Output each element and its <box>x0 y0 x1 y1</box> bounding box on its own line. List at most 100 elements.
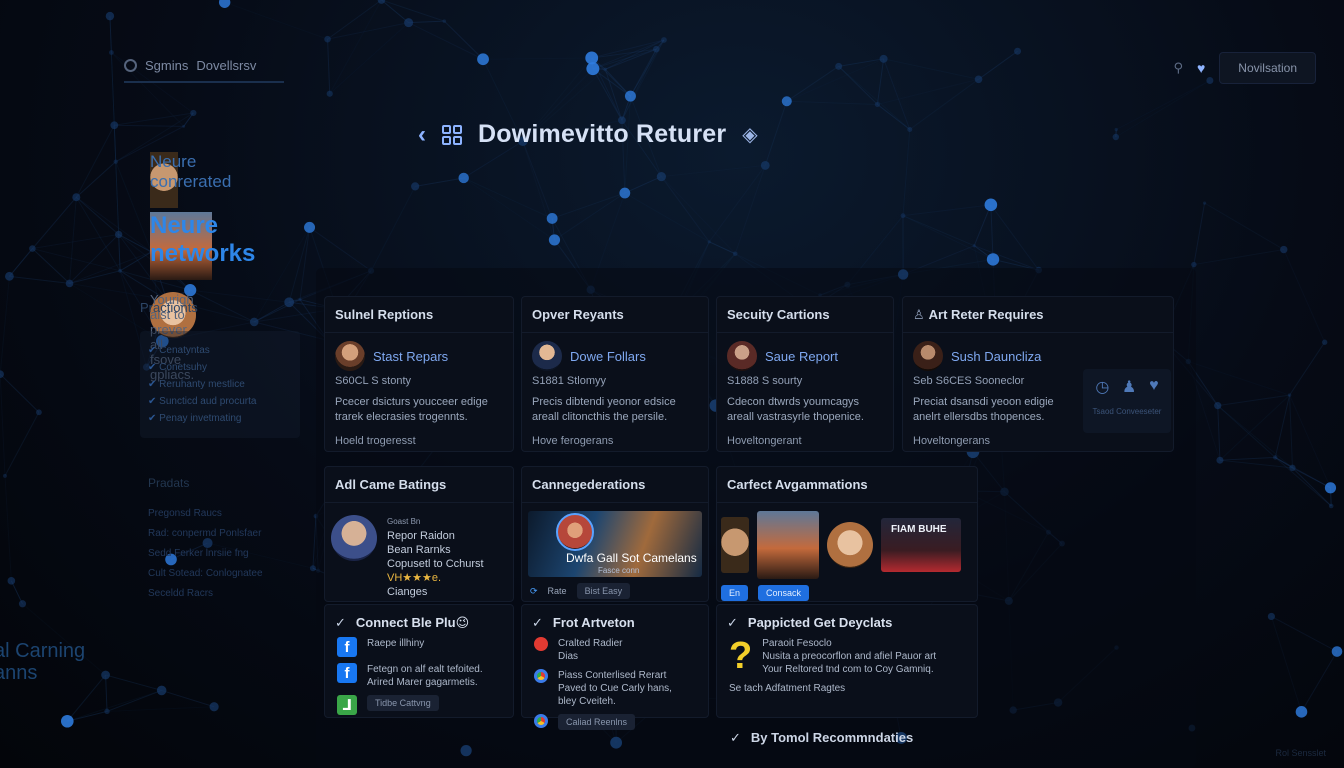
report-name[interactable]: Saue Report <box>765 349 838 364</box>
network-node <box>1321 339 1328 345</box>
network-node <box>1273 455 1278 460</box>
report-card[interactable]: Sulnel Reptions Stast Repars S60CL S sto… <box>324 296 514 452</box>
thumbnail[interactable] <box>721 517 749 573</box>
strip-pill[interactable]: Consack <box>758 585 810 601</box>
network-link <box>67 689 162 722</box>
network-link <box>32 248 121 272</box>
section-pill[interactable]: Caliad Reenlns <box>558 714 636 730</box>
chevron-left-icon[interactable]: ‹ <box>418 121 426 149</box>
report-footer[interactable]: Hove ferogerans <box>522 425 708 447</box>
chevron-down-icon[interactable]: ✓ <box>532 615 543 630</box>
media-title: Dwfa Gall Sot Camelans <box>566 551 697 565</box>
network-link <box>661 176 736 255</box>
chrome-icon[interactable] <box>534 669 548 683</box>
network-node <box>972 244 976 248</box>
profile-name: Bean Rarnks <box>387 544 451 556</box>
strip-pill[interactable]: En <box>721 585 749 601</box>
network-link <box>661 164 766 178</box>
clock-icon[interactable]: ◷ <box>1095 377 1109 397</box>
network-node <box>624 90 636 102</box>
facebook-icon[interactable]: f <box>337 637 357 657</box>
network-node <box>2 473 7 478</box>
facebook-icon[interactable]: f <box>337 663 357 683</box>
faded-caption: al Carning anns <box>0 640 85 684</box>
considerations-card[interactable]: Cannegederations Dwfa Gall Sot Camelans … <box>521 466 709 602</box>
network-node <box>984 198 998 212</box>
thumbnail[interactable]: FIAM BUHE <box>881 518 961 572</box>
search-icon[interactable]: ⚲ <box>1173 60 1183 76</box>
chevron-down-icon[interactable]: ✓ <box>727 615 738 630</box>
report-footer[interactable]: Hoveltongerant <box>717 425 893 447</box>
sidebar-item[interactable]: Penay invetmating <box>148 413 292 424</box>
brand-label-b: Dovellsrsv <box>196 58 257 73</box>
network-link <box>1115 80 1211 138</box>
avatar <box>556 513 594 551</box>
network-link <box>4 475 12 581</box>
media-pill[interactable]: Bist Easy <box>576 583 631 599</box>
network-link <box>1217 405 1221 461</box>
page-title: Dowimevitto Returer <box>478 120 727 148</box>
deployments-section: ✓ Pappicted Get Deyclats ? Paraoit Fesocl… <box>716 604 978 718</box>
network-link <box>1274 457 1332 507</box>
sidebar-item[interactable]: Seceldd Racrs <box>148 588 308 599</box>
network-node <box>113 159 118 164</box>
network-link <box>764 101 788 166</box>
profile-name[interactable]: Repor Raidon <box>387 529 484 543</box>
network-node <box>1328 503 1334 509</box>
faded-caption-line-2: anns <box>0 662 38 684</box>
section-title: Connect Ble Plu😉 <box>355 615 470 630</box>
network-node <box>1114 127 1118 132</box>
report-card[interactable]: Secuity Cartions Saue Report S1888 S sou… <box>716 296 894 452</box>
report-name[interactable]: Dowe Follars <box>570 349 646 364</box>
network-node <box>304 221 316 233</box>
section-pill[interactable]: Tidbe Cattvng <box>367 695 439 711</box>
network-link <box>463 177 555 241</box>
report-body: areall clitoncthis the persile. <box>532 411 668 423</box>
section-text: bley Cveiteh. <box>558 696 616 707</box>
chevron-down-icon[interactable]: ✓ <box>335 615 346 630</box>
network-node <box>1324 482 1337 494</box>
network-link <box>1289 395 1293 468</box>
brand-tab[interactable]: Sgmins Dovellsrsv <box>124 58 284 83</box>
recommendations-heading[interactable]: ✓ By Tomol Recommndaties <box>730 730 913 746</box>
network-link <box>551 192 625 219</box>
report-card[interactable]: Opver Reyants Dowe Follars S1881 Stlomyy… <box>521 296 709 452</box>
sidebar-item[interactable]: Pregonsd Raucs <box>148 508 308 519</box>
network-link <box>786 100 878 105</box>
network-link <box>1188 361 1290 396</box>
refresh-icon[interactable]: ⟳ <box>530 586 538 597</box>
heart-icon[interactable]: ♥ <box>1197 60 1205 76</box>
thumbnail[interactable] <box>757 511 819 579</box>
media-subtitle: Fasce conn <box>598 566 640 575</box>
augmentations-card[interactable]: Carfect Avgammations FIAM BUHE En Consac… <box>716 466 978 602</box>
report-subtitle: S1888 S sourty <box>727 375 803 387</box>
navigation-button[interactable]: Novilsation <box>1219 52 1316 84</box>
heart-pulse-icon[interactable]: ♥ <box>1149 377 1159 397</box>
diamond-icon[interactable]: ◈ <box>742 122 757 147</box>
report-footer[interactable]: Hoeld trogeresst <box>325 425 513 447</box>
sidebar-item[interactable]: Cult Sotead: Conlognatee <box>148 568 308 579</box>
section-link[interactable]: Se tach Adfatment Ragtes <box>717 676 977 695</box>
chrome-icon[interactable] <box>534 714 548 728</box>
report-card[interactable]: ♙ Art Reter Requires Sush Dauncliza Seb S… <box>902 296 1174 452</box>
network-node <box>65 279 74 288</box>
thumbnail[interactable] <box>827 522 873 568</box>
sidebar-item[interactable]: Reruhanty mestlice <box>148 379 292 390</box>
media-pill[interactable]: Rate <box>548 586 567 596</box>
hero-line-2: Neure networks <box>150 212 255 280</box>
sidebar-item[interactable]: Rad: conpermd Ponlsfaer <box>148 528 308 539</box>
sidebar-item[interactable]: Cenatyntas <box>148 345 292 356</box>
ratings-card[interactable]: Adl Came Batings Goast Bn Repor Raidon B… <box>324 466 514 602</box>
network-link <box>415 177 464 187</box>
network-link <box>734 165 766 254</box>
media-banner[interactable]: Dwfa Gall Sot Camelans Fasce conn <box>528 511 702 577</box>
app-icon[interactable]: ⅃ <box>337 695 357 715</box>
person-icon[interactable]: ♟ <box>1122 377 1136 397</box>
sidebar-item[interactable]: Suncticd aud procurta <box>148 396 292 407</box>
report-name[interactable]: Sush Dauncliza <box>951 349 1041 364</box>
network-link <box>75 196 119 235</box>
network-link <box>69 197 77 284</box>
report-name[interactable]: Stast Repars <box>373 349 448 364</box>
sidebar-item[interactable]: Conetsuhy <box>148 362 292 373</box>
sidebar-item[interactable]: Sedd Ferker lnrsiie fng <box>148 548 308 559</box>
